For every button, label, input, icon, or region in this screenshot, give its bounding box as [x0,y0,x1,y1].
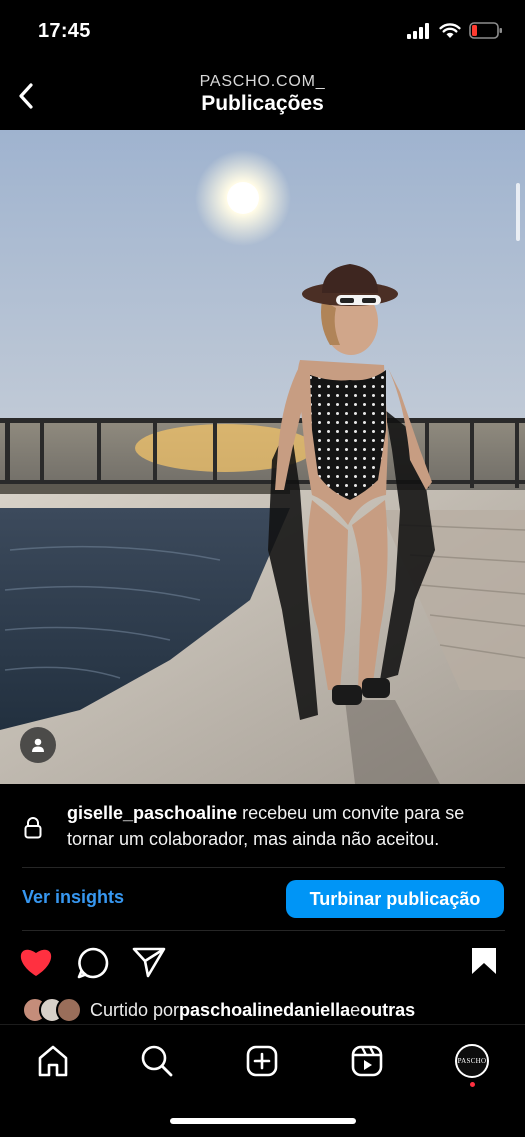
avatar [56,997,82,1023]
likes-summary[interactable]: Curtido por paschoalinedaniella e outras [22,996,415,1024]
tab-profile[interactable]: PASCHO [452,1041,492,1081]
bookmark-filled-icon [472,948,496,974]
divider [22,930,505,931]
account-name: PASCHO.COM_ [199,73,326,90]
send-icon [132,947,166,978]
home-icon [38,1045,68,1077]
status-icons [407,22,503,39]
heart-filled-icon [20,949,52,976]
page-header: PASCHO.COM_ Publicações [0,62,525,130]
likes-connector: e [350,999,361,1020]
post-actions [0,940,525,988]
lock-icon [24,817,42,839]
home-indicator[interactable] [170,1118,356,1124]
battery-icon [469,22,502,39]
collaborator-notice: giselle_paschoaline recebeu um convite p… [0,784,525,868]
create-icon [246,1045,278,1077]
save-button[interactable] [470,946,498,976]
post-image[interactable] [0,130,525,784]
view-insights-link[interactable]: Ver insights [22,887,124,908]
comment-icon [77,947,109,979]
tab-create[interactable] [242,1041,282,1081]
collaborator-username[interactable]: giselle_paschoaline [67,803,237,823]
reels-icon [351,1045,383,1077]
tab-search[interactable] [137,1041,177,1081]
likes-prefix: Curtido por [90,999,180,1020]
liker-avatars [22,997,82,1023]
share-button[interactable] [132,946,166,978]
page-title: Publicações [201,92,324,115]
person-icon [32,738,44,752]
profile-avatar: PASCHO [455,1044,489,1078]
liker-username[interactable]: paschoalinedaniella [179,1000,350,1021]
likes-others[interactable]: outras [360,1000,415,1021]
post-photo-illustration [0,130,525,784]
status-time: 17:45 [38,20,91,42]
collaborator-message: giselle_paschoaline recebeu um convite p… [67,800,507,852]
boost-post-button[interactable]: Turbinar publicação [286,880,504,918]
like-button[interactable] [18,946,54,978]
scroll-indicator[interactable] [516,183,520,241]
search-icon [141,1045,173,1077]
status-bar: 17:45 [0,0,525,62]
tab-reels[interactable] [347,1041,387,1081]
comment-button[interactable] [76,946,110,980]
cellular-signal-icon [407,22,429,39]
wifi-icon [439,22,461,38]
tab-home[interactable] [33,1041,73,1081]
profile-notification-dot [470,1082,475,1087]
user-tags-button[interactable] [20,727,56,763]
divider [22,867,505,868]
